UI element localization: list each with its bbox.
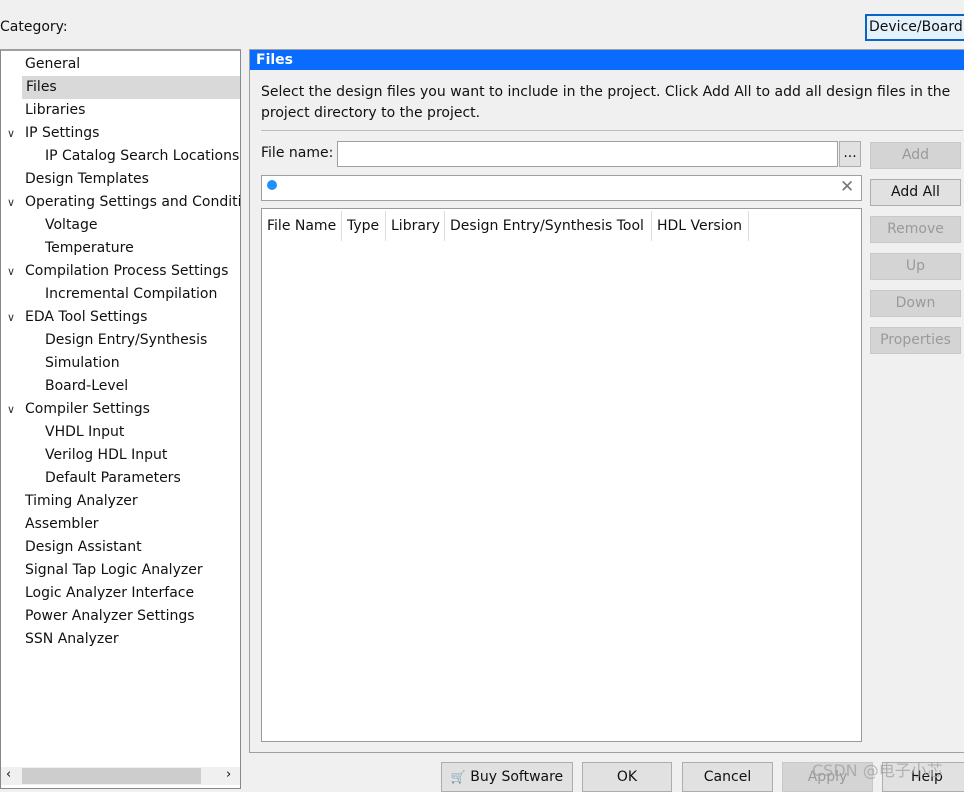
scroll-right-icon[interactable]: ›	[226, 767, 231, 782]
panel-description: Select the design files you want to incl…	[261, 84, 951, 121]
tree-item-label: IP Settings	[25, 125, 100, 141]
tree-item[interactable]: Power Analyzer Settings	[1, 605, 240, 628]
tree-item-label: Design Templates	[25, 171, 149, 187]
tree-item-label: Operating Settings and Conditions	[25, 194, 240, 210]
tree-item[interactable]: Design Assistant	[1, 536, 240, 559]
search-icon	[267, 180, 277, 190]
tree-item[interactable]: Default Parameters	[1, 467, 240, 490]
tree-item-label: SSN Analyzer	[25, 631, 119, 647]
column-header-file-name[interactable]: File Name	[262, 211, 342, 241]
tree-item-label: Simulation	[45, 355, 120, 371]
tree-item-label: Temperature	[45, 240, 134, 256]
tree-item[interactable]: ∨ Operating Settings and Conditions	[1, 191, 240, 214]
tree-item-label: Files	[26, 79, 57, 95]
add-button[interactable]: Add	[870, 142, 961, 169]
tree-item[interactable]: Voltage	[1, 214, 240, 237]
horizontal-scrollbar[interactable]: ‹ ›	[1, 767, 240, 785]
buy-software-button[interactable]: 🛒 Buy Software	[441, 762, 573, 792]
tree-item[interactable]: Verilog HDL Input	[1, 444, 240, 467]
column-header-design-entry-tool[interactable]: Design Entry/Synthesis Tool	[445, 211, 652, 241]
chevron-down-icon[interactable]: ∨	[7, 122, 15, 145]
tree-item-label: Signal Tap Logic Analyzer	[25, 562, 203, 578]
tree-item[interactable]: Simulation	[1, 352, 240, 375]
tree-item-label: Power Analyzer Settings	[25, 608, 195, 624]
scroll-left-icon[interactable]: ‹	[6, 767, 11, 782]
tree-item[interactable]: IP Catalog Search Locations	[1, 145, 240, 168]
tree-item-label: Voltage	[45, 217, 98, 233]
tree-item[interactable]: Signal Tap Logic Analyzer	[1, 559, 240, 582]
up-button[interactable]: Up	[870, 253, 961, 280]
column-header-hdl-version[interactable]: HDL Version	[652, 211, 749, 241]
tree-item-label: Default Parameters	[45, 470, 181, 486]
tree-item[interactable]: General	[1, 53, 240, 76]
chevron-down-icon[interactable]: ∨	[7, 306, 15, 329]
buy-software-label: Buy Software	[470, 769, 564, 785]
panel-title: Files	[250, 50, 964, 70]
watermark: CSDN @电子小芯	[812, 761, 943, 780]
tree-item[interactable]: SSN Analyzer	[1, 628, 240, 651]
tree-item-label: Compilation Process Settings	[25, 263, 229, 279]
tree-item[interactable]: Files	[22, 76, 240, 99]
ok-button[interactable]: OK	[582, 762, 672, 792]
tree-item-label: Board-Level	[45, 378, 129, 394]
tree-item[interactable]: Incremental Compilation	[1, 283, 240, 306]
category-tree[interactable]: General Files Libraries ∨ IP Settings IP Cata…	[0, 49, 241, 789]
properties-button[interactable]: Properties	[870, 327, 961, 354]
tree-item[interactable]: Board-Level	[1, 375, 240, 398]
tree-item[interactable]: Libraries	[1, 99, 240, 122]
tree-item[interactable]: Design Entry/Synthesis	[1, 329, 240, 352]
divider	[261, 130, 963, 131]
tree-item[interactable]: ∨ IP Settings	[1, 122, 240, 145]
chevron-down-icon[interactable]: ∨	[7, 398, 15, 421]
file-name-input[interactable]	[337, 141, 838, 167]
device-board-button[interactable]: Device/Board...	[865, 14, 964, 41]
tree-item[interactable]: ∨ EDA Tool Settings	[1, 306, 240, 329]
tree-item-label: EDA Tool Settings	[25, 309, 148, 325]
cart-icon: 🛒	[450, 770, 466, 784]
tree-item-label: Timing Analyzer	[25, 493, 138, 509]
browse-button[interactable]: ...	[839, 141, 861, 167]
tree-item-label: Assembler	[25, 516, 99, 532]
chevron-down-icon[interactable]: ∨	[7, 191, 15, 214]
remove-button[interactable]: Remove	[870, 216, 961, 243]
tree-item[interactable]: Timing Analyzer	[1, 490, 240, 513]
tree-item-label: Verilog HDL Input	[45, 447, 168, 463]
search-input[interactable]: ✕	[261, 175, 862, 201]
tree-item-label: IP Catalog Search Locations	[45, 148, 240, 164]
tree-item-label: VHDL Input	[45, 424, 125, 440]
file-name-label: File name:	[261, 145, 334, 161]
tree-item[interactable]: VHDL Input	[1, 421, 240, 444]
files-table[interactable]: File Name Type Library Design Entry/Synt…	[261, 208, 862, 742]
tree-item[interactable]: Design Templates	[1, 168, 240, 191]
cancel-button[interactable]: Cancel	[682, 762, 773, 792]
tree-item-label: Logic Analyzer Interface	[25, 585, 195, 601]
column-header-library[interactable]: Library	[386, 211, 445, 241]
clear-icon[interactable]: ✕	[840, 177, 854, 197]
tree-item[interactable]: ∨ Compilation Process Settings	[1, 260, 240, 283]
tree-item-label: Design Assistant	[25, 539, 142, 555]
tree-item-label: Libraries	[25, 102, 86, 118]
category-label: Category:	[0, 19, 68, 35]
down-button[interactable]: Down	[870, 290, 961, 317]
tree-item[interactable]: Logic Analyzer Interface	[1, 582, 240, 605]
add-all-button[interactable]: Add All	[870, 179, 961, 206]
column-header-type[interactable]: Type	[342, 211, 386, 241]
tree-item-label: Compiler Settings	[25, 401, 150, 417]
scrollbar-thumb[interactable]	[22, 768, 201, 784]
chevron-down-icon[interactable]: ∨	[7, 260, 15, 283]
tree-item[interactable]: Temperature	[1, 237, 240, 260]
tree-item-label: General	[25, 56, 81, 72]
tree-item-label: Design Entry/Synthesis	[45, 332, 208, 348]
tree-item[interactable]: ∨ Compiler Settings	[1, 398, 240, 421]
tree-item[interactable]: Assembler	[1, 513, 240, 536]
tree-item-label: Incremental Compilation	[45, 286, 218, 302]
